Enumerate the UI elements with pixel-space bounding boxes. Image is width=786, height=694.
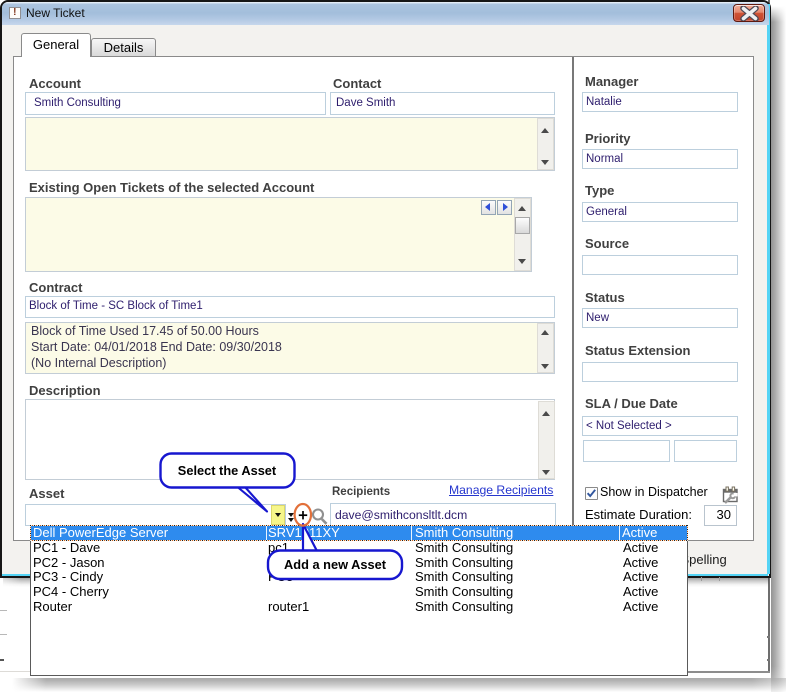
svg-text:Select the Asset: Select the Asset bbox=[178, 463, 277, 478]
svg-text:Add a new Asset: Add a new Asset bbox=[284, 557, 387, 572]
